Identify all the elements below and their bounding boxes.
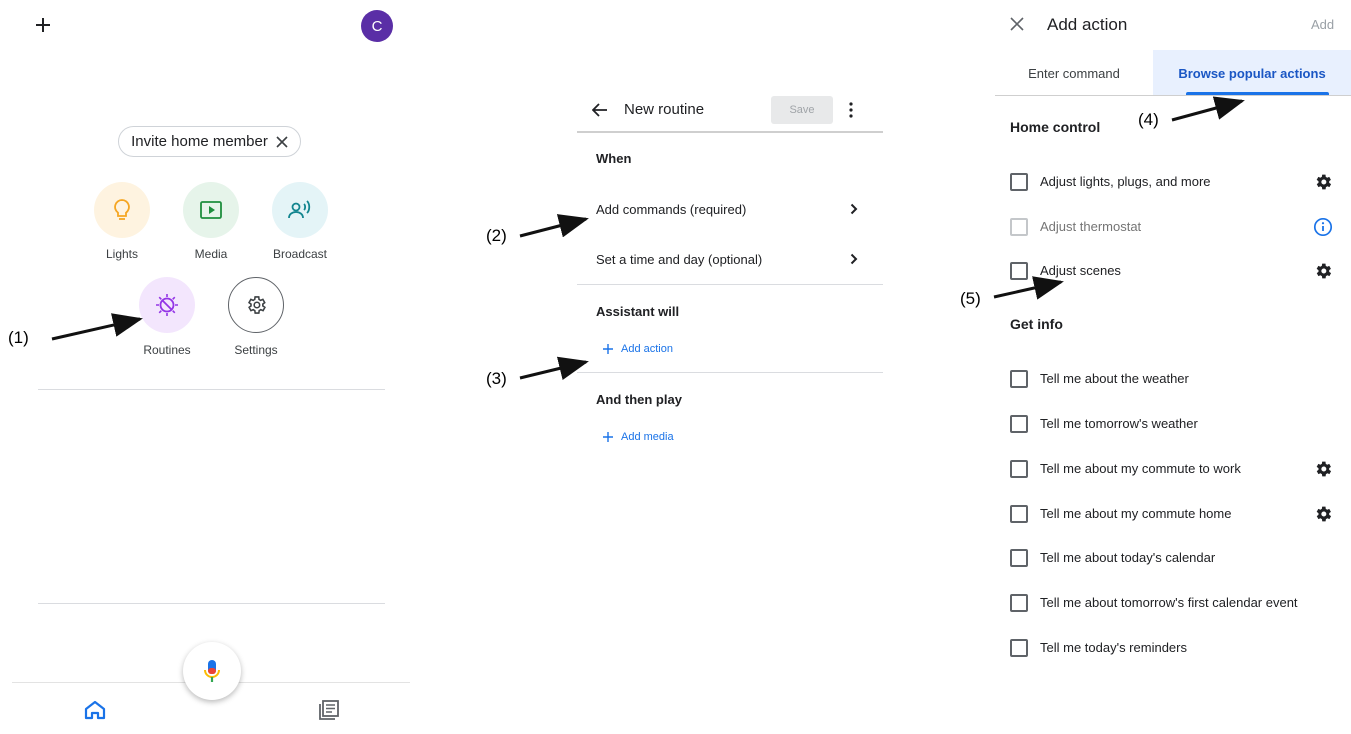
annotation-label-3: (3) xyxy=(486,369,507,388)
annotation-label-4: (4) xyxy=(1138,110,1159,129)
arrow-5 xyxy=(993,276,1064,300)
annotation-label-1: (1) xyxy=(8,328,29,347)
arrow-4 xyxy=(1171,96,1245,122)
annotation-label-5: (5) xyxy=(960,289,981,308)
annotation-label-2: (2) xyxy=(486,226,507,245)
arrow-2 xyxy=(519,214,589,238)
arrow-3 xyxy=(519,356,589,381)
arrow-1 xyxy=(51,313,143,341)
